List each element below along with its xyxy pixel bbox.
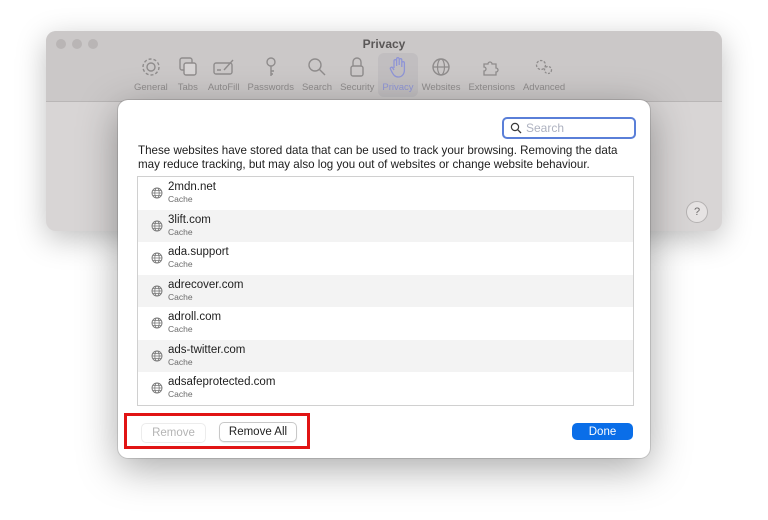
website-list[interactable]: 2mdn.net Cache 3lift.com Cache ada.support… [137,176,634,406]
tab-security[interactable]: Security [336,53,378,97]
window-title: Privacy [362,37,406,51]
site-data-type: Cache [168,356,193,367]
hand-icon [389,57,406,78]
tab-privacy[interactable]: Privacy [378,53,418,97]
site-data-type: Cache [168,194,193,205]
search-field[interactable] [502,117,636,139]
tab-label: General [134,82,168,93]
tab-autofill[interactable]: AutoFill [204,53,244,97]
globe-icon [151,220,163,232]
tabs-icon [179,57,197,76]
search-icon [308,58,326,76]
search-icon [510,122,522,134]
tab-label: Advanced [522,82,566,93]
site-domain: ads-twitter.com [168,343,246,356]
list-item[interactable]: ada.support Cache [138,242,633,275]
description-text: These websites have stored data that can… [138,144,618,171]
globe-icon [151,187,163,199]
globe-icon [151,285,163,297]
help-button[interactable]: ? [686,201,708,223]
globe-icon [432,58,450,76]
site-data-type: Cache [168,324,193,335]
list-item[interactable]: adrecover.com Cache [138,274,633,307]
tab-advanced[interactable]: Advanced [519,53,569,97]
tab-label: Extensions [468,82,515,93]
tab-label: AutoFill [207,82,240,93]
tab-label: Security [340,82,375,93]
tab-label: Privacy [382,82,414,93]
tab-search[interactable]: Search [298,53,336,97]
site-domain: 3lift.com [168,213,211,226]
tab-passwords[interactable]: Passwords [244,53,298,97]
list-item[interactable]: 3lift.com Cache [138,209,633,242]
site-domain: ada.support [168,246,229,259]
site-data-type: Cache [168,259,193,270]
tab-label: Websites [421,82,461,93]
tab-label: Passwords [247,82,294,93]
globe-icon [151,317,163,329]
lock-icon [350,57,364,77]
list-item[interactable]: adsafeprotected.com Cache [138,372,633,405]
gears-icon [535,59,553,75]
globe-icon [151,252,163,264]
globe-icon [151,382,163,394]
list-item[interactable]: ads-twitter.com Cache [138,339,633,372]
search-input[interactable] [522,121,630,135]
highlight-box [124,413,310,449]
autofill-icon [212,59,234,75]
title-bar: Privacy General Tabs AutoFill Passwords … [46,31,722,102]
site-domain: adrecover.com [168,278,244,291]
puzzle-icon [483,61,499,76]
tab-websites[interactable]: Websites [418,53,465,97]
gear-icon [142,58,160,76]
list-item[interactable]: 2mdn.net Cache [138,177,633,210]
tab-label: Tabs [177,82,198,93]
tab-general[interactable]: General [130,53,172,97]
website-data-sheet: These websites have stored data that can… [118,100,650,458]
site-domain: 2mdn.net [168,181,216,194]
preferences-toolbar: General Tabs AutoFill Passwords Search S… [130,53,569,97]
tab-label: Search [301,82,333,93]
globe-icon [151,350,163,362]
site-data-type: Cache [168,291,193,302]
tab-tabs[interactable]: Tabs [172,53,204,97]
list-item[interactable]: adroll.com Cache [138,307,633,340]
site-domain: adroll.com [168,311,222,324]
key-icon [266,57,276,76]
site-data-type: Cache [168,389,193,400]
site-data-type: Cache [168,226,193,237]
done-button[interactable]: Done [572,423,633,440]
tab-extensions[interactable]: Extensions [464,53,518,97]
site-domain: adsafeprotected.com [168,376,276,389]
